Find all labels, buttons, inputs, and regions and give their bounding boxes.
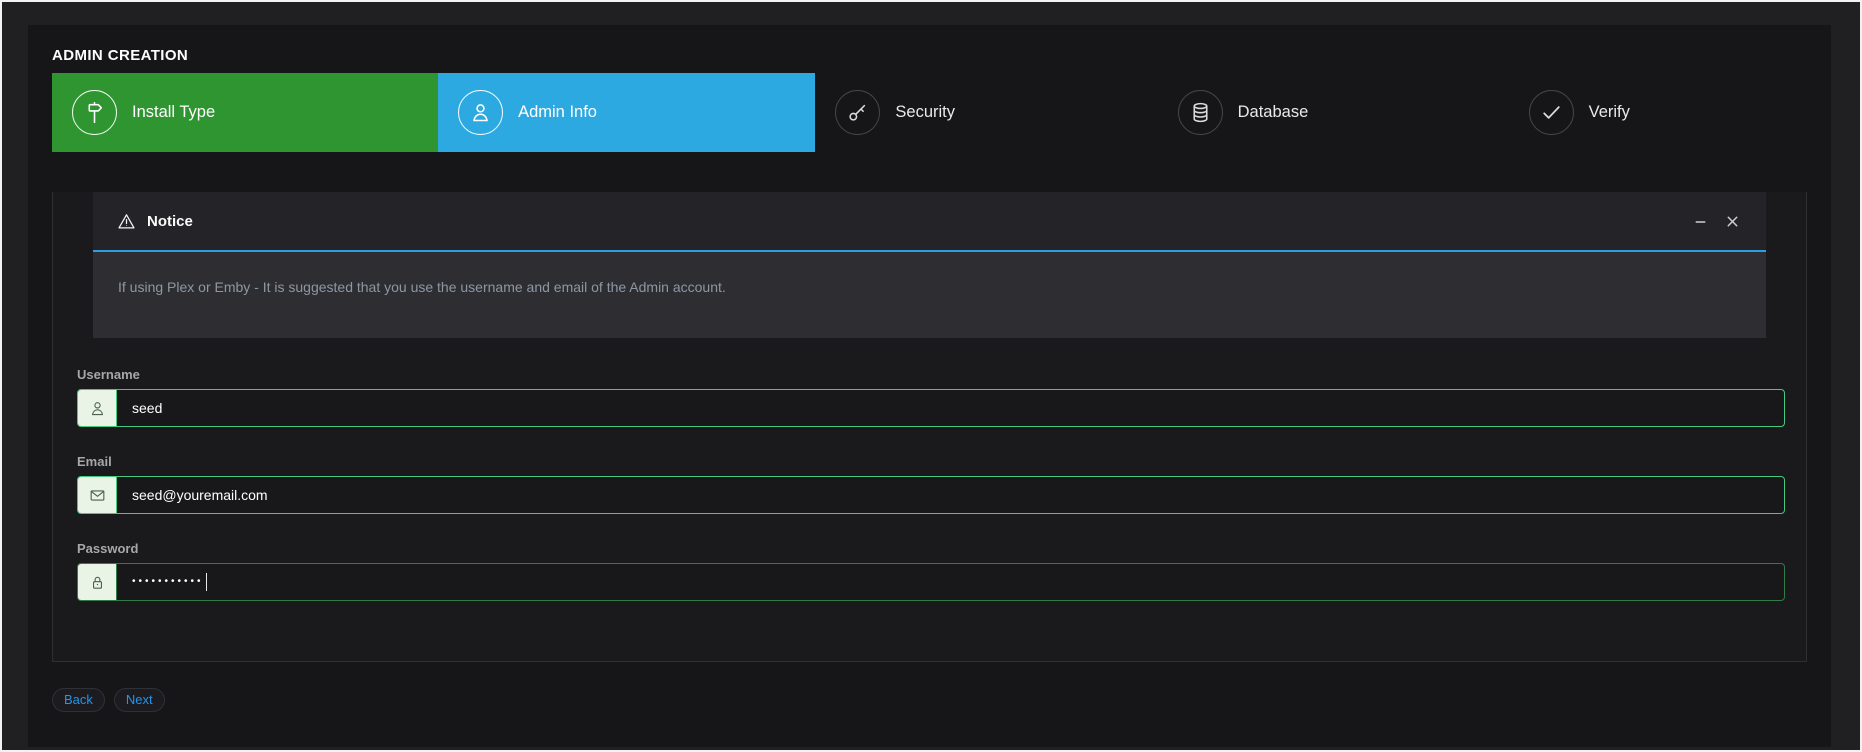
email-input-row bbox=[77, 476, 1785, 514]
minimize-icon[interactable] bbox=[1691, 212, 1710, 231]
admin-info-panel: Notice If using Plex or Emby - It is sug… bbox=[52, 192, 1807, 662]
next-button[interactable]: Next bbox=[114, 688, 165, 712]
notice-panel: Notice If using Plex or Emby - It is sug… bbox=[93, 192, 1766, 338]
step-label: Security bbox=[895, 103, 955, 122]
step-security[interactable]: Security bbox=[815, 73, 1157, 152]
step-label: Admin Info bbox=[518, 103, 597, 122]
text-caret bbox=[206, 573, 208, 591]
envelope-icon bbox=[78, 477, 117, 513]
password-field-group: Password ••••••••••• bbox=[77, 541, 1785, 601]
email-field-group: Email bbox=[77, 454, 1785, 514]
wizard-steps: Install Type Admin Info Security bbox=[52, 73, 1807, 152]
username-label: Username bbox=[77, 367, 1785, 382]
person-icon bbox=[458, 90, 503, 135]
person-icon bbox=[78, 390, 117, 426]
step-database[interactable]: Database bbox=[1158, 73, 1509, 152]
step-label: Database bbox=[1238, 103, 1309, 122]
step-admin-info[interactable]: Admin Info bbox=[438, 73, 815, 152]
app-window: { "page": { "title": "ADMIN CREATION" },… bbox=[0, 0, 1862, 752]
step-label: Verify bbox=[1589, 103, 1630, 122]
admin-creation-container: ADMIN CREATION Install Type Admin Info bbox=[28, 25, 1831, 747]
database-icon bbox=[1178, 90, 1223, 135]
back-button[interactable]: Back bbox=[52, 688, 105, 712]
notice-header: Notice bbox=[93, 192, 1766, 250]
password-masked-value: ••••••••••• bbox=[132, 563, 204, 601]
notice-title: Notice bbox=[147, 213, 193, 230]
signpost-icon bbox=[72, 90, 117, 135]
wizard-actions: Back Next bbox=[52, 688, 1807, 712]
notice-controls bbox=[1691, 212, 1742, 231]
email-label: Email bbox=[77, 454, 1785, 469]
page-title: ADMIN CREATION bbox=[52, 47, 1807, 64]
password-label: Password bbox=[77, 541, 1785, 556]
password-input-row: ••••••••••• bbox=[77, 563, 1785, 601]
username-field-group: Username bbox=[77, 367, 1785, 427]
close-icon[interactable] bbox=[1723, 212, 1742, 231]
step-install-type[interactable]: Install Type bbox=[52, 73, 438, 152]
admin-info-form: Username Email bbox=[53, 367, 1806, 601]
padlock-icon bbox=[78, 564, 117, 600]
check-icon bbox=[1529, 90, 1574, 135]
key-icon bbox=[835, 90, 880, 135]
email-input[interactable] bbox=[117, 477, 1784, 513]
password-input[interactable]: ••••••••••• bbox=[117, 564, 1784, 600]
step-label: Install Type bbox=[132, 103, 215, 122]
step-verify[interactable]: Verify bbox=[1509, 73, 1807, 152]
notice-message: If using Plex or Emby - It is suggested … bbox=[93, 252, 1766, 338]
username-input[interactable] bbox=[117, 390, 1784, 426]
username-input-row bbox=[77, 389, 1785, 427]
warning-icon bbox=[117, 212, 136, 231]
